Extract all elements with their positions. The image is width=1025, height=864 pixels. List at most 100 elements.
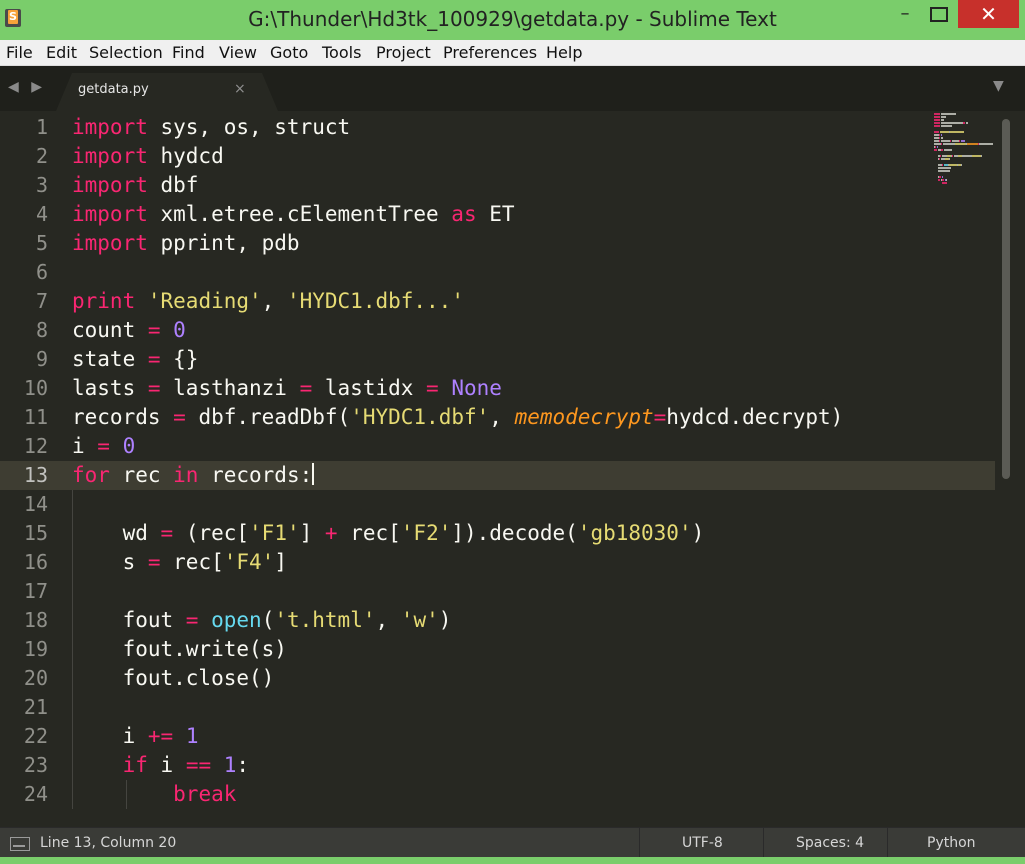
code-line[interactable]: 10 lasts = lasthanzi = lastidx = None bbox=[0, 374, 995, 403]
code-text: import hydcd bbox=[72, 144, 224, 168]
window-bottom-frame bbox=[0, 857, 1025, 864]
scrollbar-thumb[interactable] bbox=[1002, 119, 1010, 479]
menu-project[interactable]: Project bbox=[376, 43, 431, 62]
code-text: wd = (rec['F1'] + rec['F2']).decode('gb1… bbox=[72, 521, 705, 545]
code-line[interactable]: 9 state = {} bbox=[0, 345, 995, 374]
code-line[interactable]: 4 import xml.etree.cElementTree as ET bbox=[0, 200, 995, 229]
tab-dropdown-icon[interactable]: ▼ bbox=[993, 78, 1004, 94]
code-token: rec[ bbox=[160, 550, 224, 574]
code-token: xml.etree.cElementTree bbox=[147, 202, 452, 226]
code-text: import pprint, pdb bbox=[72, 231, 300, 255]
code-token: open bbox=[211, 608, 262, 632]
code-token: if bbox=[122, 753, 148, 777]
code-token: = bbox=[185, 608, 199, 632]
cursor-position: Line 13, Column 20 bbox=[40, 835, 177, 851]
code-token: break bbox=[173, 782, 237, 806]
code-token: 0 bbox=[173, 318, 186, 342]
menu-view[interactable]: View bbox=[219, 43, 257, 62]
code-text: fout.write(s) bbox=[72, 637, 287, 661]
indentation-indicator[interactable]: Spaces: 4 bbox=[796, 835, 864, 851]
code-line[interactable]: 19 fout.write(s) bbox=[0, 635, 995, 664]
code-token: as bbox=[451, 202, 477, 226]
line-number: 18 bbox=[23, 608, 48, 632]
code-line[interactable]: 21 bbox=[0, 693, 995, 722]
line-number: 13 bbox=[0, 463, 48, 487]
code-token: 1 bbox=[223, 753, 237, 777]
code-line[interactable]: 8 count = 0 bbox=[0, 316, 995, 345]
code-line[interactable]: 20 fout.close() bbox=[0, 664, 995, 693]
minimize-icon: – bbox=[900, 3, 910, 24]
code-line[interactable]: 3 import dbf bbox=[0, 171, 995, 200]
tab-nav-arrows-icon[interactable]: ◀ ▶ bbox=[8, 79, 46, 95]
code-line[interactable]: 22 i += 1 bbox=[0, 722, 995, 751]
encoding-indicator[interactable]: UTF-8 bbox=[682, 835, 723, 851]
code-text: records = dbf.readDbf('HYDC1.dbf', memod… bbox=[72, 405, 843, 429]
menu-find[interactable]: Find bbox=[172, 43, 205, 62]
tab-label: getdata.py bbox=[78, 82, 149, 97]
code-token: import bbox=[72, 231, 148, 255]
panel-toggle-icon[interactable] bbox=[10, 837, 30, 851]
menu-goto[interactable]: Goto bbox=[270, 43, 308, 62]
code-token: = bbox=[147, 376, 161, 400]
code-token: pprint, pdb bbox=[147, 231, 300, 255]
maximize-button[interactable] bbox=[924, 0, 954, 28]
code-text: count = 0 bbox=[72, 318, 186, 342]
code-token: i bbox=[72, 434, 98, 458]
code-text: for rec in records: bbox=[72, 463, 315, 487]
syntax-indicator[interactable]: Python bbox=[927, 835, 976, 851]
code-token: = bbox=[97, 434, 110, 458]
menu-selection[interactable]: Selection bbox=[89, 43, 163, 62]
code-text: import xml.etree.cElementTree as ET bbox=[72, 202, 515, 226]
code-line[interactable]: 15 wd = (rec['F1'] + rec['F2']).decode('… bbox=[0, 519, 995, 548]
code-token: , bbox=[489, 405, 515, 429]
line-number: 12 bbox=[23, 434, 48, 458]
line-number: 15 bbox=[23, 521, 48, 545]
code-line[interactable]: 16 s = rec['F4'] bbox=[0, 548, 995, 577]
code-editor[interactable]: 1 import sys, os, struct 2 import hydcd 3 imp… bbox=[0, 111, 1025, 827]
window-title: G:\Thunder\Hd3tk_100929\getdata.py - Sub… bbox=[248, 7, 777, 31]
code-token: lasts bbox=[72, 376, 148, 400]
menu-preferences[interactable]: Preferences bbox=[443, 43, 537, 62]
code-line[interactable]: 12 i = 0 bbox=[0, 432, 995, 461]
code-line[interactable]: 6 bbox=[0, 258, 995, 287]
code-line[interactable]: 2 import hydcd bbox=[0, 142, 995, 171]
minimize-button[interactable]: – bbox=[890, 0, 920, 28]
code-token: ( bbox=[261, 608, 275, 632]
code-line[interactable]: 1 import sys, os, struct bbox=[0, 113, 995, 142]
code-token: ] bbox=[299, 521, 325, 545]
tab-close-icon[interactable]: × bbox=[234, 81, 246, 97]
code-token: lastidx bbox=[312, 376, 427, 400]
code-token: 'F2' bbox=[400, 521, 452, 545]
menu-file[interactable]: File bbox=[6, 43, 33, 62]
close-button[interactable]: ✕ bbox=[958, 0, 1019, 28]
line-number: 20 bbox=[23, 666, 48, 690]
code-line[interactable]: 14 bbox=[0, 490, 995, 519]
code-token: {} bbox=[160, 347, 199, 371]
line-number: 11 bbox=[23, 405, 48, 429]
line-number: 21 bbox=[23, 695, 48, 719]
code-token: records bbox=[72, 405, 174, 429]
line-number: 24 bbox=[23, 782, 48, 806]
code-token: , bbox=[261, 289, 287, 313]
menu-tools[interactable]: Tools bbox=[322, 43, 361, 62]
code-token: ]).decode( bbox=[451, 521, 578, 545]
code-line[interactable]: 5 import pprint, pdb bbox=[0, 229, 995, 258]
title-bar: S G:\Thunder\Hd3tk_100929\getdata.py - S… bbox=[0, 0, 1025, 40]
code-line[interactable]: 24 break bbox=[0, 780, 995, 809]
code-line[interactable]: 11 records = dbf.readDbf('HYDC1.dbf', mem… bbox=[0, 403, 995, 432]
code-line[interactable]: 23 if i == 1: bbox=[0, 751, 995, 780]
code-line[interactable]: 13 for rec in records: bbox=[0, 461, 995, 490]
code-line[interactable]: 18 fout = open('t.html', 'w') bbox=[0, 606, 995, 635]
code-token: = bbox=[147, 347, 161, 371]
maximize-icon bbox=[930, 7, 948, 22]
tab-getdata-py[interactable]: getdata.py × bbox=[56, 73, 278, 111]
code-token: 'w' bbox=[400, 608, 439, 632]
code-line[interactable]: 17 bbox=[0, 577, 995, 606]
code-token: ) bbox=[691, 521, 705, 545]
code-token: : bbox=[236, 753, 250, 777]
menu-help[interactable]: Help bbox=[546, 43, 582, 62]
menu-edit[interactable]: Edit bbox=[46, 43, 77, 62]
code-line[interactable]: 7 print 'Reading', 'HYDC1.dbf...' bbox=[0, 287, 995, 316]
code-token: wd bbox=[72, 521, 161, 545]
